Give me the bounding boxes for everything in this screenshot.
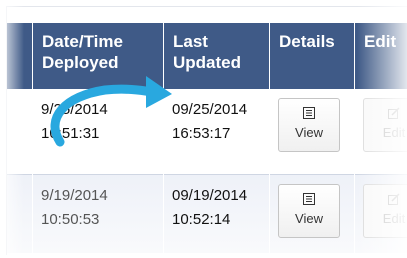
list-icon <box>303 107 315 119</box>
column-divider <box>269 23 270 255</box>
header-date-deployed[interactable]: Date/Time Deployed <box>32 23 162 89</box>
column-divider <box>32 23 33 255</box>
column-divider <box>163 23 164 255</box>
updated-datetime: 09/19/2014 10:52:14 <box>172 187 248 228</box>
edit-pencil-icon <box>388 107 400 119</box>
table-header: Date/Time Deployed Last Updated Details … <box>7 23 407 89</box>
table-row: 9/25/2014 10:51:31 09/25/2014 16:53:17 V… <box>7 89 407 175</box>
edit-pencil-icon <box>388 193 400 205</box>
deployed-datetime: 9/19/2014 10:50:53 <box>41 187 108 228</box>
view-details-button[interactable]: View <box>278 98 340 152</box>
header-details: Details <box>279 32 335 51</box>
edit-button[interactable]: Edit <box>363 184 407 238</box>
header-last-updated[interactable]: Last Updated <box>163 23 268 89</box>
edit-button[interactable]: Edit <box>363 98 407 152</box>
list-icon <box>303 193 315 205</box>
view-details-button[interactable]: View <box>278 184 340 238</box>
deployed-datetime: 9/25/2014 10:51:31 <box>41 101 108 142</box>
table-row: 9/19/2014 10:50:53 09/19/2014 10:52:14 V… <box>7 175 407 253</box>
header-edit: Edit <box>364 32 397 51</box>
deployments-table: Date/Time Deployed Last Updated Details … <box>6 6 407 255</box>
column-divider <box>354 23 355 255</box>
updated-datetime: 09/25/2014 16:53:17 <box>172 101 248 142</box>
